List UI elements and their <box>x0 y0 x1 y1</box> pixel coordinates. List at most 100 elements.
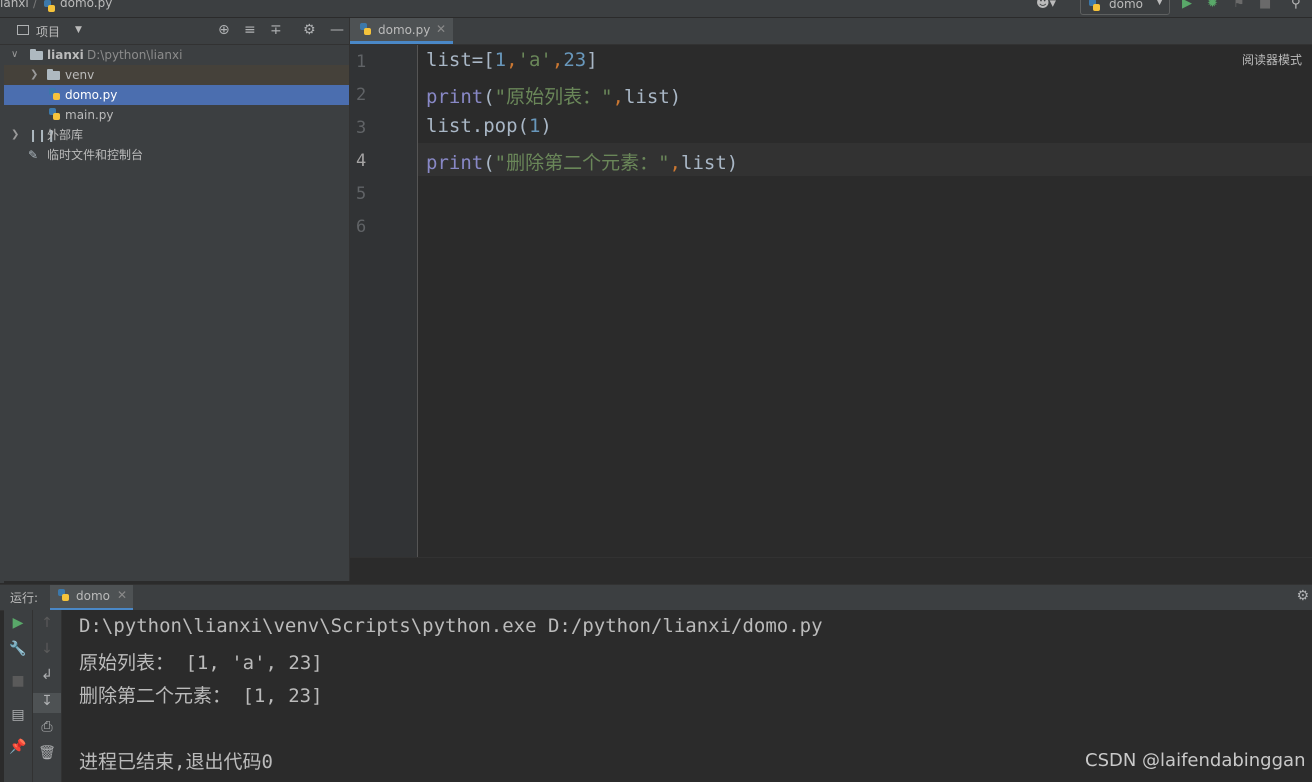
tree-item-domo-py[interactable]: domo.py <box>4 85 349 105</box>
code-token: ( <box>483 86 495 108</box>
code-token: 'a' <box>517 49 552 71</box>
run-toolbar-primary: ▶ 🔧 ■ ▤ 📌 <box>4 610 33 782</box>
code-token: ) <box>540 115 552 137</box>
console-line: 进程已结束,退出代码0 <box>79 751 273 773</box>
tree-item-venv[interactable]: ❯ venv <box>4 65 349 85</box>
python-icon <box>1089 0 1101 16</box>
rerun-icon[interactable]: ▶ <box>4 615 32 631</box>
code-token: print <box>426 152 484 174</box>
run-config-selector[interactable]: domo ▼ <box>1080 0 1170 15</box>
layout-icon[interactable]: ▤ <box>4 707 32 723</box>
tree-item-label: domo.py <box>65 88 118 102</box>
code-token: list) <box>681 152 739 174</box>
chevron-down-icon[interactable]: ▼ <box>75 25 82 35</box>
code-line-4: print("删除第二个元素：",list) <box>426 148 738 175</box>
run-tab-domo[interactable]: domo ✕ <box>50 585 133 610</box>
user-icon[interactable]: ☻▾ <box>1036 0 1056 11</box>
tree-item-label: 临时文件和控制台 <box>47 148 144 162</box>
close-icon[interactable]: ✕ <box>117 588 127 602</box>
gear-icon[interactable]: ⚙ <box>1296 588 1309 604</box>
stop-icon[interactable]: ■ <box>1259 0 1271 11</box>
code-token: 1 <box>528 115 541 137</box>
python-file-icon <box>360 23 372 37</box>
collapse-all-icon[interactable]: ∓ <box>270 22 282 38</box>
folder-icon <box>30 45 43 66</box>
editor-footer <box>350 557 1312 583</box>
debug-icon[interactable]: ✹ <box>1207 0 1218 11</box>
line-number: 1 <box>356 52 367 72</box>
coverage-icon[interactable]: ⚑ <box>1233 0 1245 11</box>
code-line-2: print("原始列表：",list) <box>426 82 681 109</box>
editor-tab-bar: domo.py ✕ <box>350 18 1312 45</box>
run-icon[interactable]: ▶ <box>1182 0 1192 11</box>
tree-item-path: D:\python\lianxi <box>87 48 183 62</box>
trash-icon[interactable]: 🗑 <box>33 745 61 761</box>
scroll-to-end-icon[interactable]: ↧ <box>33 693 61 713</box>
code-token: "原始列表：" <box>494 86 613 108</box>
line-number: 2 <box>356 85 367 105</box>
tree-item-scratches[interactable]: ✎ 临时文件和控制台 <box>4 145 349 165</box>
run-tab-label: domo <box>76 589 110 603</box>
line-number: 4 <box>356 151 367 171</box>
code-token: , <box>506 49 518 71</box>
expand-all-icon[interactable]: ≡ <box>244 22 256 38</box>
navigation-bar: ianxi / domo.py ☻▾ domo ▼ ▶ ✹ ⚑ ■ ⚲ <box>0 0 1312 18</box>
code-token: list) <box>624 86 682 108</box>
search-icon[interactable]: ⚲ <box>1291 0 1301 11</box>
chevron-right-icon[interactable]: ❯ <box>30 65 38 85</box>
project-view-icon <box>17 25 29 35</box>
code-editor[interactable] <box>418 45 1312 557</box>
print-icon[interactable]: ⎙ <box>33 719 61 735</box>
watermark: CSDN @laifendabinggan <box>1085 750 1306 771</box>
console-line: D:\python\lianxi\venv\Scripts\python.exe… <box>79 615 823 637</box>
code-token: ] <box>586 49 598 71</box>
code-token: , <box>612 86 624 108</box>
run-config-label: domo <box>1109 0 1143 11</box>
tree-item-label: main.py <box>65 108 114 122</box>
code-token: ( <box>483 152 495 174</box>
gear-icon[interactable]: ⚙ <box>303 22 316 38</box>
code-line-1: list=[1,'a',23] <box>426 49 598 71</box>
console-line: 删除第二个元素： [1, 23] <box>79 685 323 707</box>
tab-domo-py[interactable]: domo.py ✕ <box>350 18 453 44</box>
breadcrumb-separator: / <box>33 0 38 10</box>
code-token: list=[ <box>426 49 495 71</box>
code-token: 23 <box>563 49 587 71</box>
run-toolbar-secondary: ↑ ↓ ↲ ↧ ⎙ 🗑 <box>33 610 62 782</box>
tree-item-main-py[interactable]: main.py <box>4 105 349 125</box>
scratches-icon: ✎ <box>28 148 39 162</box>
soft-wrap-icon[interactable]: ↲ <box>33 667 61 683</box>
line-number: 6 <box>356 217 367 237</box>
breadcrumb-file[interactable]: domo.py <box>60 0 112 10</box>
code-token: , <box>669 152 681 174</box>
run-label: 运行: <box>10 591 39 605</box>
code-token: "删除第二个元素：" <box>494 152 670 174</box>
console-line: 原始列表： [1, 'a', 23] <box>79 652 323 674</box>
project-panel-title[interactable]: 项目 <box>36 23 60 40</box>
code-line-3: list.pop(1) <box>426 115 552 137</box>
close-icon[interactable]: ✕ <box>436 22 446 36</box>
tree-item-external-libraries[interactable]: ❯ ❙❙❙ 外部库 <box>4 125 349 145</box>
folder-icon <box>47 65 60 86</box>
breadcrumb-project[interactable]: ianxi <box>0 0 29 10</box>
pin-icon[interactable]: 📌 <box>4 739 32 755</box>
locate-icon[interactable]: ⊕ <box>218 22 230 38</box>
reader-mode-button[interactable]: 阅读器模式 <box>1242 51 1302 68</box>
run-tool-window-header: 运行: domo ✕ ⚙ <box>0 584 1312 611</box>
line-number: 3 <box>356 118 367 138</box>
tree-item-label: 外部库 <box>47 128 84 142</box>
stop-icon[interactable]: ■ <box>4 673 32 689</box>
code-token: print <box>426 86 484 108</box>
tree-item-label: lianxi <box>47 48 84 62</box>
arrow-down-icon[interactable]: ↓ <box>33 641 61 657</box>
tree-item-lianxi[interactable]: ∨ lianxi D:\python\lianxi <box>4 45 349 65</box>
minimize-icon[interactable]: — <box>330 22 344 38</box>
chevron-down-icon[interactable]: ∨ <box>11 45 18 65</box>
line-number: 5 <box>356 184 367 204</box>
tree-item-label: venv <box>65 68 95 82</box>
python-file-icon <box>44 0 56 17</box>
chevron-right-icon[interactable]: ❯ <box>11 125 19 145</box>
wrench-icon[interactable]: 🔧 <box>4 641 32 657</box>
arrow-up-icon[interactable]: ↑ <box>33 615 61 631</box>
tab-label: domo.py <box>378 23 431 37</box>
